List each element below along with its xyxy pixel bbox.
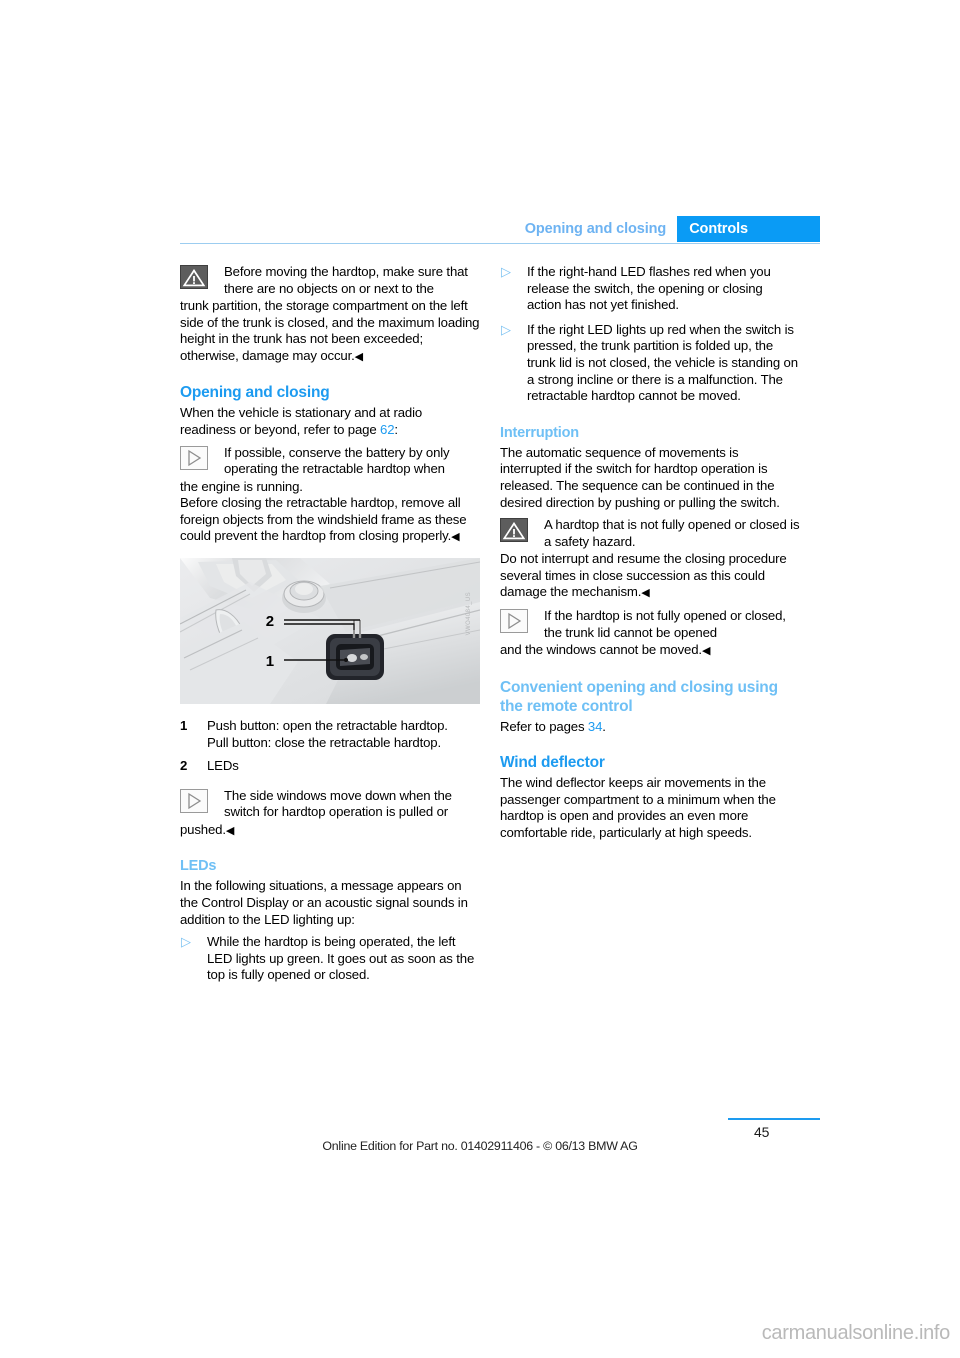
info-note-2-body-text: pushed. <box>180 821 226 837</box>
info-note-3-body-text: and the windows cannot be moved. <box>500 641 702 657</box>
info-note-2-endmark: ◀ <box>225 824 235 837</box>
legend-item-2: 2 LEDs <box>180 758 480 775</box>
note-play-icon <box>500 608 528 633</box>
header-section-label: Opening and closing <box>524 221 667 237</box>
warning-note-1-body-text: trunk partition, the storage compartment… <box>180 298 480 363</box>
warning-note-2-indented-text: A hardtop that is not fully opened or cl… <box>544 517 800 549</box>
page-number-rule <box>728 1118 820 1120</box>
led-status-bullet-1-text: If the right-hand LED flashes red when y… <box>527 264 771 313</box>
info-note-1-endmark: ◀ <box>451 531 460 544</box>
led-status-bullet-2-text: If the right LED lights up red when the … <box>527 321 798 404</box>
info-note-3-endmark: ◀ <box>701 644 711 657</box>
info-note-block-1: If possible, conserve the battery by onl… <box>180 445 480 479</box>
leds-bullet-1: ▷ While the hardtop is being operated, t… <box>180 934 480 984</box>
heading-wind-deflector: Wind deflector <box>500 754 605 772</box>
header-divider <box>180 243 820 244</box>
interruption-text: The automatic sequence of movements is i… <box>500 444 780 510</box>
page-reference-34[interactable]: 34 <box>588 719 603 734</box>
legend-number-1: 1 <box>180 717 188 733</box>
led-status-bullet-2: ▷ If the right LED lights up red when th… <box>500 322 800 405</box>
opening-closing-intro-part2: : <box>394 421 398 437</box>
page-number: 45 <box>754 1124 770 1140</box>
legend-number-2: 2 <box>180 758 188 774</box>
remote-reference-part1: Refer to pages <box>500 718 588 734</box>
info-note-2-body: pushed.◀ <box>180 822 480 840</box>
info-note-3-indented-text: If the hardtop is not fully opened or cl… <box>544 607 786 640</box>
warning-note-2-body: Do not interrupt and resume the closing … <box>500 551 800 602</box>
info-note-block-3: If the hardtop is not fully opened or cl… <box>500 608 800 642</box>
info-note-2-indented-text: The side windows move down when the swit… <box>224 787 452 820</box>
opening-closing-intro: When the vehicle is stationary and at ra… <box>180 405 480 438</box>
legend-item-2-line1: LEDs <box>207 758 239 774</box>
warning-note-block-1: Before moving the hardtop, make sure tha… <box>180 264 480 298</box>
legend-item-1-line1: Push button: open the retractable hardto… <box>207 717 448 733</box>
warning-note-1-indented-text: Before moving the hardtop, make sure tha… <box>224 264 468 296</box>
info-note-1-body: the engine is running. <box>180 478 303 494</box>
remote-reference-part2: . <box>602 718 606 734</box>
info-note-1-extra: Before closing the retractable hardtop, … <box>180 495 480 546</box>
heading-leds: LEDs <box>180 858 217 875</box>
legend-item-1: 1 Push button: open the retractable hard… <box>180 718 480 751</box>
led-status-bullet-1: ▷ If the right-hand LED flashes red when… <box>500 264 800 314</box>
svg-text:1: 1 <box>266 653 274 670</box>
heading-convenient-opening-closing-remote: Convenient opening and closing using the… <box>500 678 778 715</box>
illustration-watermark: VWO4084_US <box>466 591 473 636</box>
header-tabs: Opening and closing Controls <box>525 216 820 242</box>
warning-note-1-body: trunk partition, the storage compartment… <box>180 298 480 365</box>
header-chapter-label: Controls <box>677 216 820 242</box>
left-column: Before moving the hardtop, make sure tha… <box>180 264 480 992</box>
leds-intro-text: In the following situations, a message a… <box>180 878 468 927</box>
legend-item-1-line2: Pull button: close the retractable hardt… <box>207 734 442 750</box>
note-play-icon <box>180 445 208 470</box>
svg-text:2: 2 <box>266 613 274 630</box>
heading-interruption: Interruption <box>500 424 579 441</box>
info-note-1-extra-text: Before closing the retractable hardtop, … <box>180 495 467 544</box>
warning-note-2-endmark: ◀ <box>641 587 650 600</box>
leds-bullet-1-text: While the hardtop is being operated, the… <box>207 934 475 983</box>
note-play-icon <box>180 788 208 813</box>
edition-footer-note: Online Edition for Part no. 01402911406 … <box>322 1139 638 1153</box>
site-watermark: carmanualsonline.info <box>761 1322 951 1344</box>
page-header: Opening and closing Controls <box>180 216 820 244</box>
warning-triangle-icon <box>180 265 208 289</box>
bullet-triangle-icon: ▷ <box>181 934 191 950</box>
info-note-3-body: and the windows cannot be moved.◀ <box>500 642 800 660</box>
manual-page: Opening and closing Controls Before movi… <box>0 0 960 1358</box>
page-reference-62[interactable]: 62 <box>380 422 395 437</box>
right-column: ▷ If the right-hand LED flashes red when… <box>500 264 800 841</box>
warning-note-block-2: A hardtop that is not fully opened or cl… <box>500 517 800 551</box>
warning-triangle-icon <box>500 518 528 543</box>
info-note-1-indented-text: If possible, conserve the battery by onl… <box>224 444 450 477</box>
remote-reference-text: Refer to pages 34. <box>500 719 800 736</box>
console-switch-illustration: 2 1 VWO4084_US <box>180 557 480 704</box>
bullet-triangle-icon: ▷ <box>501 264 511 279</box>
heading-opening-and-closing: Opening and closing <box>180 384 330 402</box>
warning-note-1-endmark: ◀ <box>354 350 364 363</box>
wind-deflector-text: The wind deflector keeps air movements i… <box>500 775 776 840</box>
bullet-triangle-icon: ▷ <box>501 321 511 337</box>
info-note-block-2: The side windows move down when the swit… <box>180 788 480 822</box>
